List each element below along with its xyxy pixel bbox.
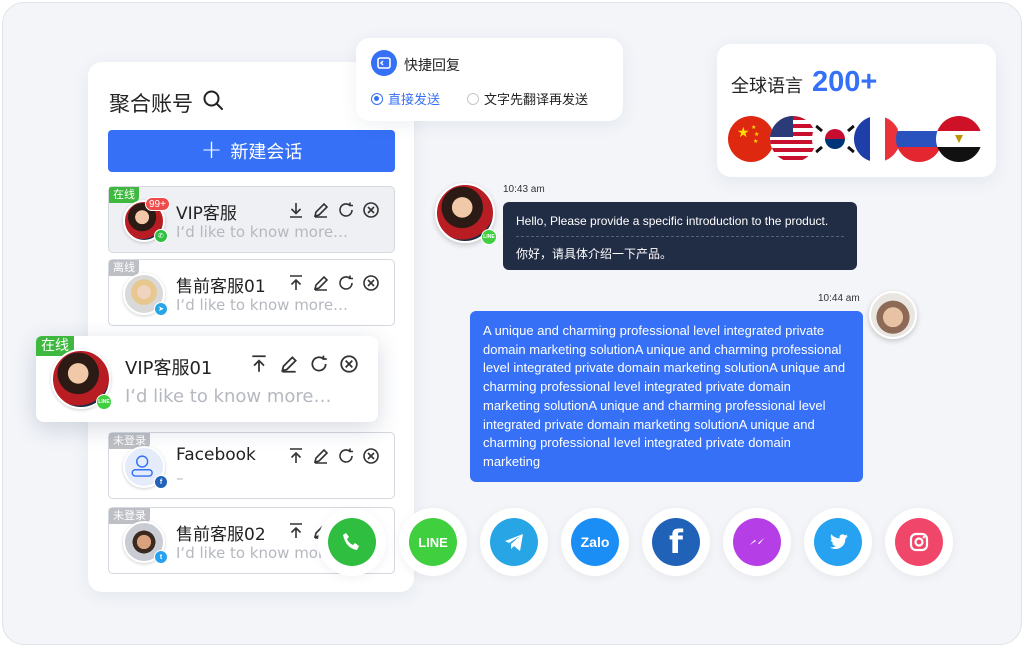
line-icon: LINE: [96, 394, 112, 410]
session-preview: –: [176, 469, 184, 487]
whatsapp-icon: ✆: [154, 229, 168, 243]
close-icon[interactable]: [362, 447, 380, 465]
close-icon[interactable]: [362, 274, 380, 292]
svg-text:★: ★: [751, 124, 756, 131]
option-direct-send[interactable]: 直接发送: [371, 89, 440, 108]
refresh-icon[interactable]: [337, 274, 355, 292]
zalo-icon: Zalo: [571, 518, 619, 566]
app-frame: 聚合账号 + 新建会话 在线 99+ ✆ VIP客服 I‘d like to k…: [2, 2, 1022, 645]
session-preview: I‘d like to know more…: [125, 386, 332, 407]
messenger-icon: [733, 518, 781, 566]
session-item-vip[interactable]: 在线 99+ ✆ VIP客服 I‘d like to know more…: [108, 186, 395, 253]
incoming-time: 10:43 am: [503, 184, 545, 195]
session-preview: I‘d like to know more…: [176, 223, 349, 241]
pin-top-icon[interactable]: [249, 354, 269, 374]
incoming-text-zh: 你好，请具体介绍一下产品。: [516, 247, 673, 261]
app-icons-row: LINE Zalo f: [318, 508, 953, 578]
edit-icon[interactable]: [312, 447, 330, 465]
refresh-icon[interactable]: [337, 201, 355, 219]
new-session-label: 新建会话: [230, 142, 303, 163]
languages-count: 200+: [812, 66, 878, 98]
close-icon[interactable]: [339, 354, 359, 374]
outgoing-message: A unique and charming professional level…: [470, 311, 863, 482]
incoming-text-en: Hello, Please provide a specific introdu…: [516, 214, 829, 228]
session-name: VIP客服01: [125, 358, 213, 379]
telegram-icon: [490, 518, 538, 566]
twitter-app-button[interactable]: [804, 508, 872, 576]
korea-flag-icon: [812, 116, 858, 162]
facebook-app-button[interactable]: f: [642, 508, 710, 576]
session-preview: I‘d like to know more…: [176, 296, 349, 314]
china-flag-icon: ★ ★ ★ ★: [728, 116, 774, 162]
instagram-icon: [895, 518, 943, 566]
refresh-icon[interactable]: [337, 447, 355, 465]
pin-top-icon[interactable]: [287, 274, 305, 292]
status-badge: 离线: [109, 260, 139, 276]
incoming-message: Hello, Please provide a specific introdu…: [503, 202, 857, 270]
facebook-icon: f: [652, 518, 700, 566]
close-icon[interactable]: [362, 201, 380, 219]
option-translate-send[interactable]: 文字先翻译再发送: [467, 89, 588, 108]
quick-reply-icon: [371, 50, 397, 76]
egypt-flag-icon: [936, 116, 982, 162]
agent-avatar: [869, 291, 917, 339]
radio-icon: [467, 92, 479, 105]
session-name: Facebook: [176, 445, 256, 465]
messenger-app-button[interactable]: [723, 508, 791, 576]
session-name: VIP客服: [176, 204, 237, 224]
edit-icon[interactable]: [279, 354, 299, 374]
languages-label: 全球语言: [731, 76, 803, 97]
edit-icon[interactable]: [312, 201, 330, 219]
session-item-facebook[interactable]: 未登录 f Facebook –: [108, 432, 395, 499]
panel-title: 聚合账号: [109, 92, 193, 116]
option-label: 直接发送: [388, 93, 441, 108]
telegram-icon: ➤: [154, 302, 168, 316]
line-app-button[interactable]: LINE: [399, 508, 467, 576]
twitter-icon: [814, 518, 862, 566]
session-item-vip01-popup[interactable]: 在线 LINE VIP客服01 I‘d like to know more…: [36, 336, 378, 422]
session-item-presales01[interactable]: 离线 ➤ 售前客服01 I‘d like to know more…: [108, 259, 395, 326]
plus-icon: +: [200, 134, 223, 165]
quick-reply-card: 快捷回复 直接发送 文字先翻译再发送: [356, 38, 623, 121]
new-session-button[interactable]: + 新建会话: [108, 130, 395, 172]
zalo-app-button[interactable]: Zalo: [561, 508, 629, 576]
languages-card: 全球语言 200+ ★ ★ ★ ★: [717, 44, 996, 177]
edit-icon[interactable]: [312, 274, 330, 292]
line-icon: LINE: [481, 229, 497, 245]
instagram-app-button[interactable]: [885, 508, 953, 576]
facebook-icon: f: [154, 475, 168, 489]
line-icon: LINE: [409, 518, 457, 566]
session-name: 售前客服01: [176, 277, 266, 297]
unread-count-badge: 99+: [145, 197, 170, 211]
france-flag-icon: [854, 116, 900, 162]
radio-selected-icon: [371, 92, 383, 105]
pin-top-icon[interactable]: [287, 447, 305, 465]
search-icon[interactable]: [202, 89, 224, 111]
svg-text:★: ★: [754, 131, 759, 138]
refresh-icon[interactable]: [309, 354, 329, 374]
download-icon[interactable]: [287, 201, 305, 219]
telegram-app-button[interactable]: [480, 508, 548, 576]
quick-reply-title: 快捷回复: [404, 58, 460, 74]
phone-icon: [328, 518, 376, 566]
svg-text:★: ★: [753, 138, 758, 145]
svg-text:★: ★: [737, 124, 750, 140]
status-badge: 在线: [109, 187, 139, 203]
session-name: 售前客服02: [176, 525, 266, 545]
option-label: 文字先翻译再发送: [484, 93, 589, 108]
phone-app-button[interactable]: [318, 508, 386, 576]
pin-top-icon[interactable]: [287, 522, 305, 540]
translation-divider: [516, 236, 844, 237]
outgoing-time: 10:44 am: [818, 293, 860, 304]
twitter-icon: t: [154, 550, 168, 564]
